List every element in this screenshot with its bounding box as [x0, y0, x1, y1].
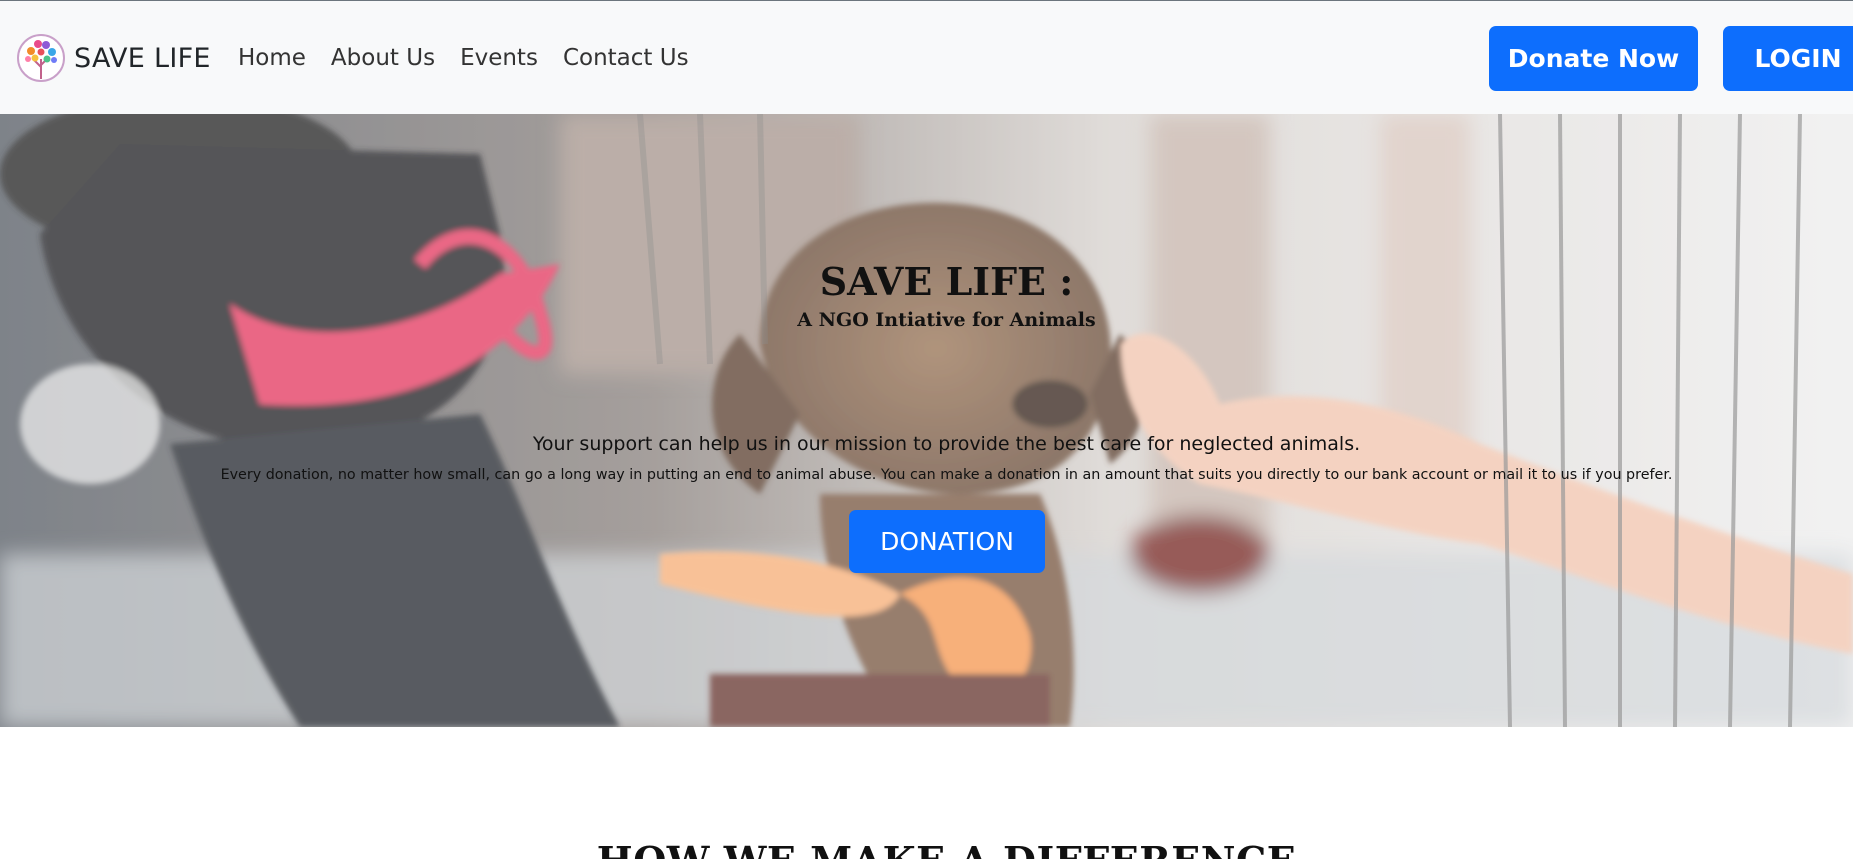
hero-section: SAVE LIFE : A NGO Intiative for Animals …	[0, 114, 1853, 727]
nav-link-about-us[interactable]: About Us	[331, 45, 435, 71]
nav-link-contact-us[interactable]: Contact Us	[563, 45, 689, 71]
brand-name: SAVE LIFE	[74, 42, 211, 74]
donate-now-button[interactable]: Donate Now	[1489, 26, 1698, 91]
hero-background-image	[0, 114, 1853, 727]
donation-button[interactable]: DONATION	[849, 510, 1045, 573]
nav-links: Home About Us Events Contact Us	[238, 45, 689, 71]
hero-lead-text: Your support can help us in our mission …	[532, 433, 1361, 455]
brand[interactable]: SAVE LIFE	[16, 29, 211, 87]
login-button[interactable]: LOGIN	[1723, 26, 1853, 91]
hero-body-text: Every donation, no matter how small, can…	[220, 467, 1673, 483]
tree-logo-icon	[17, 34, 65, 82]
section-heading: HOW WE MAKE A DIFFERENCE	[0, 838, 1853, 859]
nav-link-events[interactable]: Events	[460, 45, 538, 71]
navbar: SAVE LIFE Home About Us Events Contact U…	[0, 0, 1853, 114]
nav-link-home[interactable]: Home	[238, 45, 306, 71]
hero-title: SAVE LIFE :	[819, 259, 1074, 304]
hero-subtitle: A NGO Intiative for Animals	[797, 309, 1096, 331]
